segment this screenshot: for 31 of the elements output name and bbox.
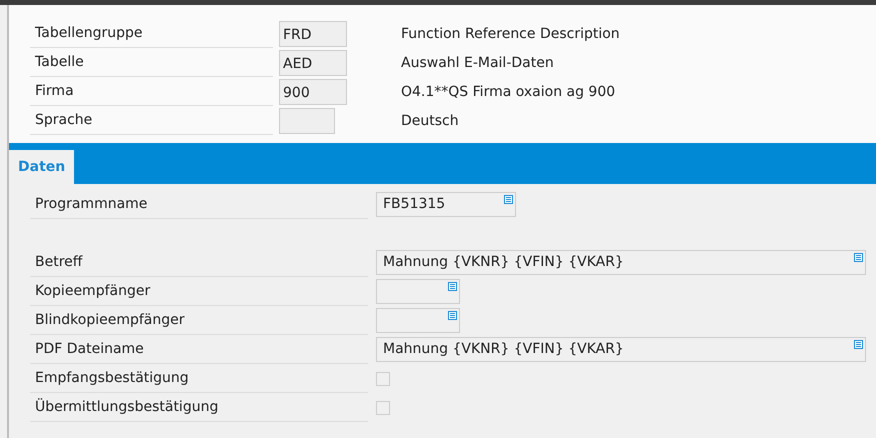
input-field[interactable]: FB51315 <box>376 192 516 217</box>
field-label: Übermittlungsbestätigung <box>30 394 368 422</box>
input-field[interactable] <box>376 308 460 333</box>
input-field[interactable]: Mahnung {VKNR} {VFIN} {VKAR} <box>376 337 866 362</box>
input-field[interactable]: Mahnung {VKNR} {VFIN} {VKAR} <box>376 250 866 275</box>
code-field[interactable]: 900 <box>279 78 347 104</box>
list-icon[interactable] <box>448 282 457 291</box>
field-label: Kopieempfänger <box>30 278 368 306</box>
description-text: O4.1**QS Firma oxaion ag 900 <box>401 84 616 100</box>
field-label: Tabellengruppe <box>30 20 273 48</box>
list-icon[interactable] <box>448 311 457 320</box>
description-text: Deutsch <box>401 112 459 128</box>
code-field[interactable] <box>279 108 335 134</box>
code-field[interactable]: AED <box>279 50 347 76</box>
field-label: Empfangsbestätigung <box>30 364 368 392</box>
field-label: Tabelle <box>30 48 273 76</box>
list-icon[interactable] <box>854 340 863 349</box>
description-text: Auswahl E-Mail-Daten <box>401 54 554 70</box>
field-label: PDF Dateiname <box>30 336 368 364</box>
checkbox[interactable] <box>376 372 390 386</box>
field-label: Blindkopieempfänger <box>30 306 368 334</box>
list-icon[interactable] <box>504 195 513 204</box>
field-label: Programmname <box>30 190 368 218</box>
field-label: Betreff <box>30 248 368 276</box>
list-icon[interactable] <box>854 253 863 262</box>
description-text: Function Reference Description <box>401 26 620 42</box>
checkbox[interactable] <box>376 400 390 414</box>
code-field[interactable]: FRD <box>279 20 347 46</box>
input-field[interactable] <box>376 279 460 304</box>
field-label: Firma <box>30 78 273 106</box>
field-label: Sprache <box>30 106 273 134</box>
